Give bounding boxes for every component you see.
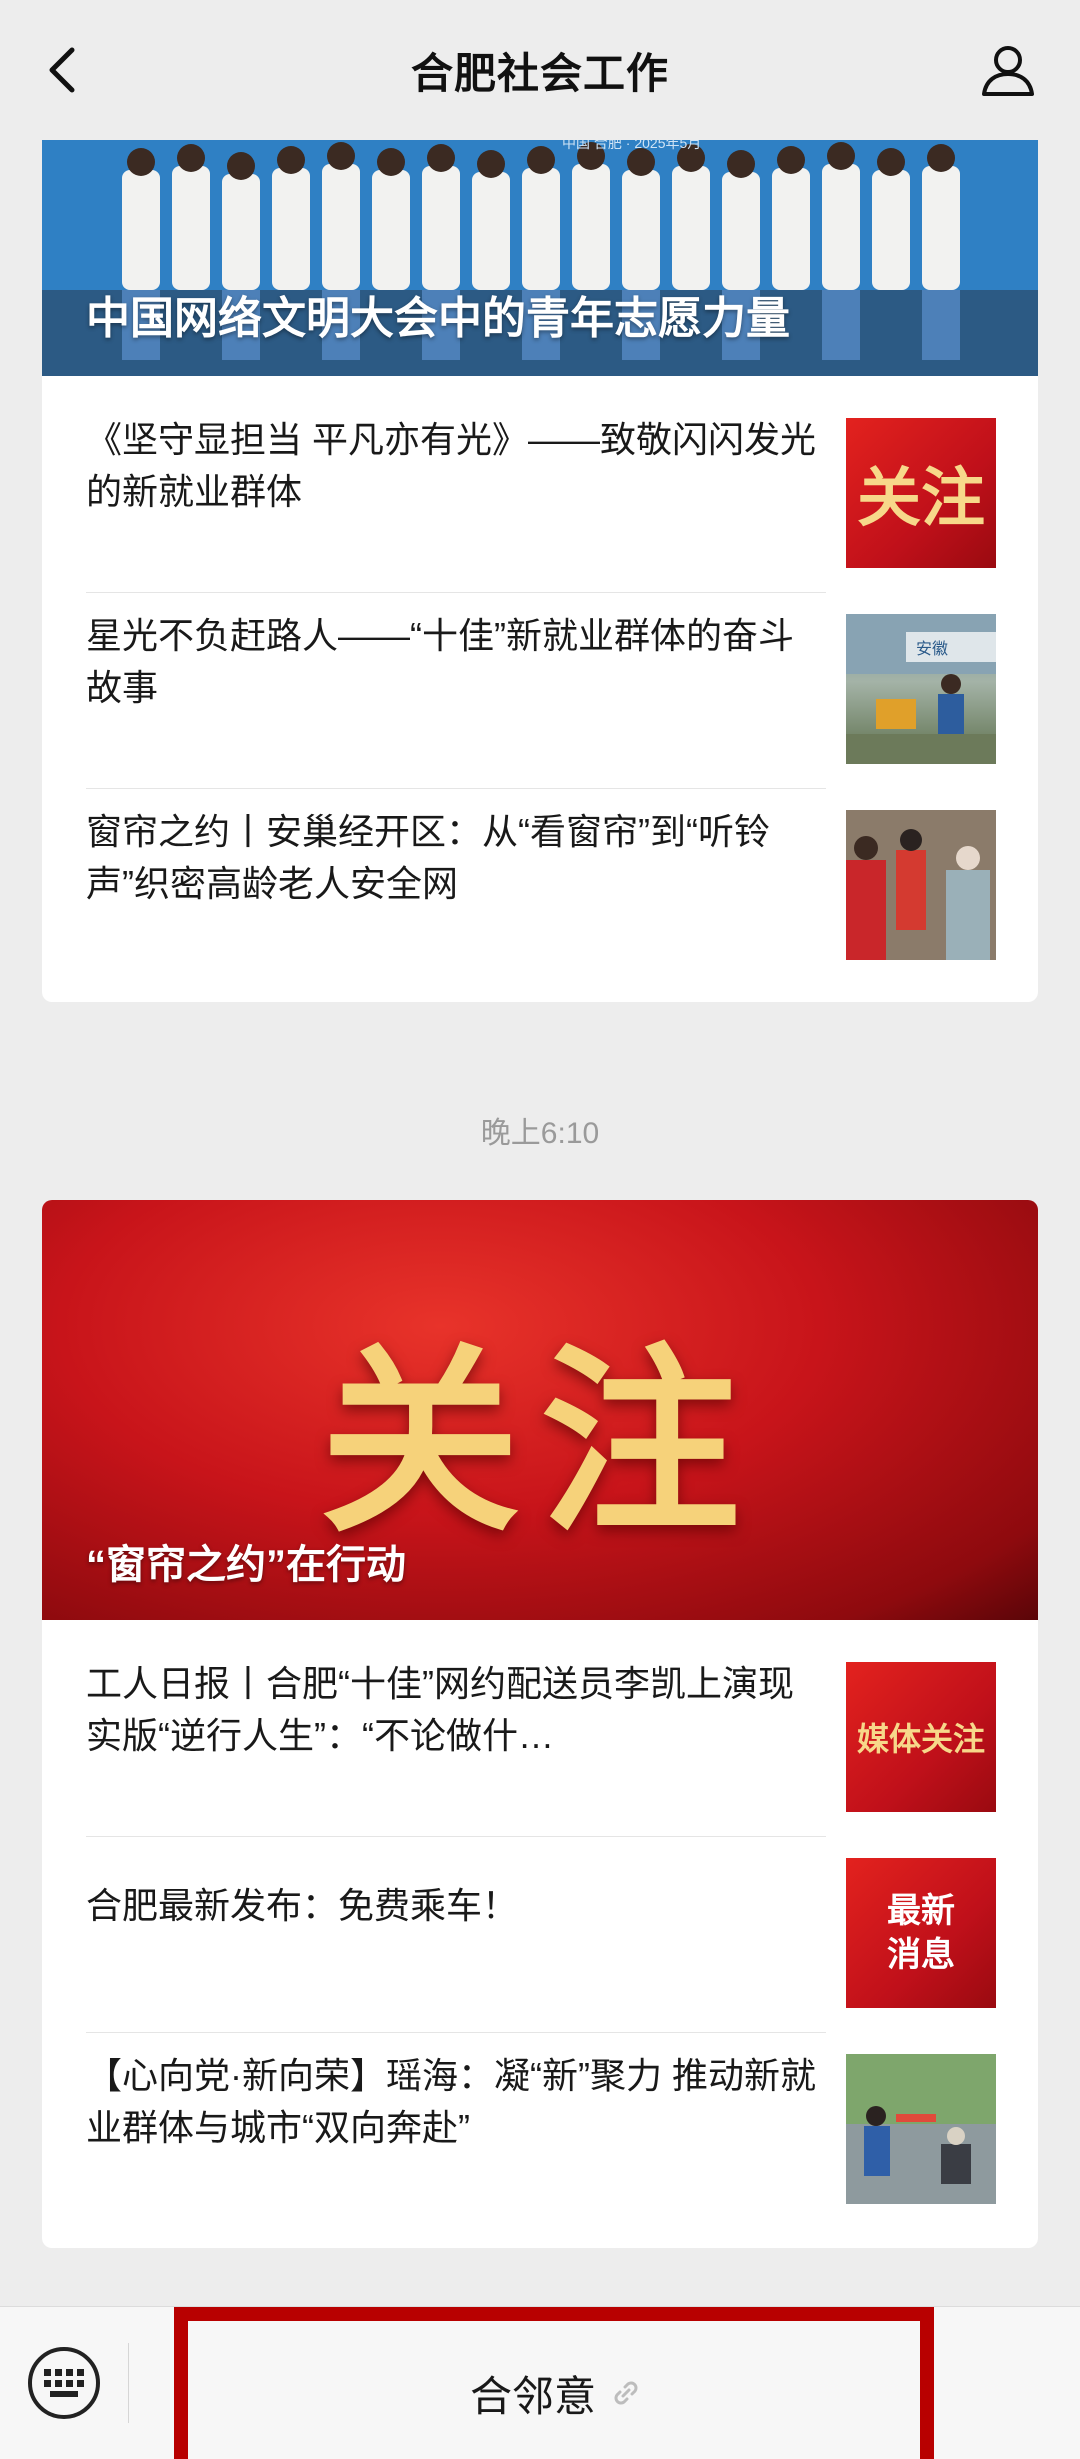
article-thumbnail	[846, 2054, 996, 2204]
list-item[interactable]: 星光不负赶路人——“十佳”新就业群体的奋斗故事 安徽	[86, 572, 996, 768]
back-button[interactable]	[32, 40, 92, 100]
article-thumbnail: 关注	[846, 418, 996, 568]
timestamp: 晚上6:10	[480, 1117, 600, 1150]
hero-title: 中国网络文明大会中的青年志愿力量	[86, 294, 790, 343]
article-card-2: 关注 “窗帘之约”在行动 工人日报丨合肥“十佳”网约配送员李凯上演现实版“逆行人…	[42, 1200, 1038, 2248]
hero-backdrop-text: 中国 合肥 · 2025年5月	[562, 140, 701, 151]
article-thumbnail: 媒体关注	[846, 1662, 996, 1812]
list-item[interactable]: 合肥最新发布：免费乘车！ 最新消息	[86, 1816, 996, 2012]
top-bar: 合肥社会工作	[0, 0, 1080, 140]
menu-label: 合邻意	[469, 2372, 596, 2420]
article-thumbnail	[846, 810, 996, 960]
elderly-visit-photo	[846, 810, 996, 960]
highlight-frame: 合邻意	[174, 2307, 934, 2459]
list-item[interactable]: 【心向党·新向荣】瑶海：凝“新”聚力 推动新就业群体与城市“双向奔赴”	[86, 2012, 996, 2208]
hero-big-text: 关注	[319, 1327, 760, 1560]
list-item[interactable]: 《坚守显担当 平凡亦有光》——致敬闪闪发光的新就业群体 关注	[86, 376, 996, 572]
list-item[interactable]: 窗帘之约丨安巢经开区：从“看窗帘”到“听铃声”织密高龄老人安全网	[86, 768, 996, 964]
article-thumbnail: 安徽	[846, 614, 996, 764]
page-title: 合肥社会工作	[410, 49, 669, 97]
chevron-left-icon	[49, 47, 75, 93]
hero-article-2[interactable]: 关注 “窗帘之约”在行动	[42, 1200, 1038, 1620]
article-thumbnail: 最新消息	[846, 1858, 996, 2008]
thumbnail-text: 关注	[857, 462, 985, 534]
delivery-photo: 安徽	[846, 614, 996, 764]
keyboard-icon	[44, 2369, 84, 2397]
hero-title: “窗帘之约”在行动	[86, 1543, 406, 1587]
thumbnail-text: 安徽	[916, 640, 948, 658]
keyboard-toggle-button[interactable]	[28, 2347, 100, 2419]
article-title: 窗帘之约丨安巢经开区：从“看窗帘”到“听铃声”织密高龄老人安全网	[86, 811, 770, 904]
article-title: 星光不负赶路人——“十佳”新就业群体的奋斗故事	[86, 615, 794, 708]
article-card-1: 中国 合肥 · 2025年5月 中国网络文明大会中的青年志愿力量 《坚守显担当 …	[42, 140, 1038, 1002]
thumbnail-text: 媒体关注	[856, 1721, 985, 1757]
link-icon	[614, 2381, 638, 2405]
user-icon	[982, 46, 1034, 96]
article-title: 《坚守显担当 平凡亦有光》——致敬闪闪发光的新就业群体	[86, 419, 817, 512]
bottom-bar: 合邻意	[0, 2306, 1080, 2459]
separator	[128, 2343, 129, 2423]
article-title: 合肥最新发布：免费乘车！	[86, 1885, 519, 1926]
thumbnail-text: 最新消息	[887, 1892, 955, 1974]
profile-button[interactable]	[976, 38, 1040, 102]
menu-button[interactable]: 合邻意	[210, 2339, 900, 2447]
street-photo	[846, 2054, 996, 2204]
list-item[interactable]: 工人日报丨合肥“十佳”网约配送员李凯上演现实版“逆行人生”：“不论做什… 媒体关…	[86, 1620, 996, 1816]
article-title: 【心向党·新向荣】瑶海：凝“新”聚力 推动新就业群体与城市“双向奔赴”	[86, 2055, 816, 2148]
hero-article-1[interactable]: 中国 合肥 · 2025年5月 中国网络文明大会中的青年志愿力量	[42, 140, 1038, 376]
article-title: 工人日报丨合肥“十佳”网约配送员李凯上演现实版“逆行人生”：“不论做什…	[86, 1663, 794, 1756]
